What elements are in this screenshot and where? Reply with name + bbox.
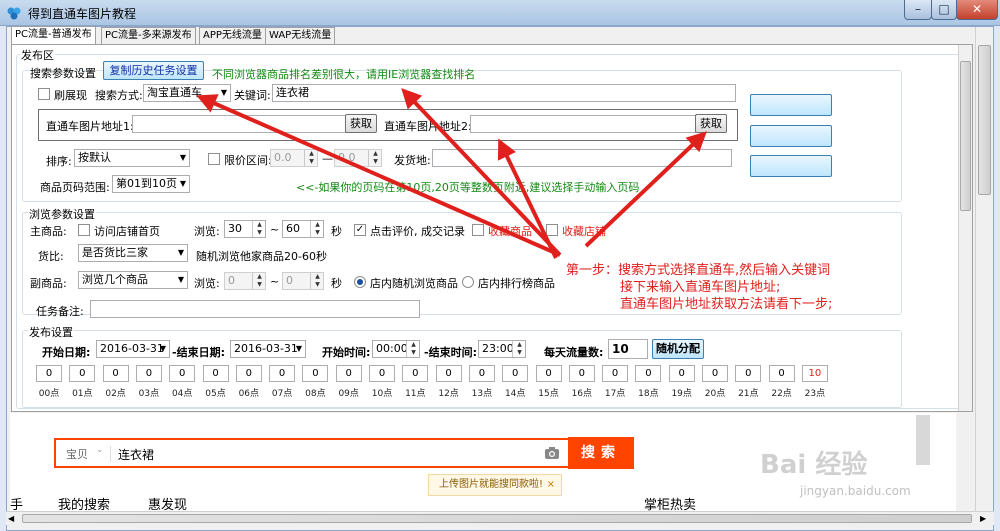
arrow-to-fetch (584, 131, 707, 248)
annotation-line-2: 接下来输入直通车图片地址; (620, 280, 781, 295)
tutorial-annotation: 第一步：搜索方式选择直通车,然后输入关键词 接下来输入直通车图片地址; 直通车图… (566, 262, 832, 313)
arrow-to-search-mode (196, 94, 561, 257)
arrow-to-keyword (401, 88, 562, 257)
tutorial-arrows (196, 88, 707, 259)
annotation-line-1: 第一步：搜索方式选择直通车,然后输入关键词 (566, 263, 831, 278)
annotation-line-3: 直通车图片地址获取方法请看下一步; (620, 297, 833, 312)
